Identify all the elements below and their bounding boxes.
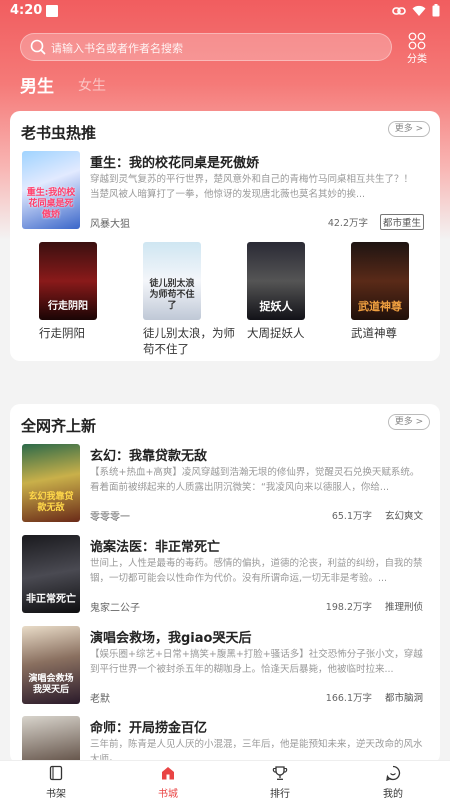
book-cover[interactable]: 行走阴阳 bbox=[39, 242, 97, 320]
book-words: 166.1万字 bbox=[325, 693, 372, 704]
book-author: 零零零一 bbox=[90, 512, 130, 523]
notification-icon bbox=[46, 5, 58, 17]
book-tag[interactable]: 推理刑侦 bbox=[385, 599, 423, 613]
book-cover[interactable]: 武道神尊 bbox=[351, 242, 409, 320]
book-words: 198.2万字 bbox=[325, 602, 372, 613]
tab-bookshelf[interactable]: 书架 bbox=[26, 765, 86, 800]
book-cover[interactable]: 玄幻我靠贷款无敌 bbox=[22, 444, 80, 522]
book-title[interactable]: 玄幻：我靠贷款无敌 bbox=[90, 445, 207, 464]
cover-text: 徒儿别太浪为师苟不住了 bbox=[149, 279, 195, 311]
book-title[interactable]: 武道神尊 bbox=[351, 325, 441, 341]
category-button[interactable]: 分类 bbox=[402, 32, 432, 65]
book-cover[interactable]: 演唱会救场我哭天后 bbox=[22, 626, 80, 704]
book-desc: 穿越到灵气复苏的平行世界，楚风意外和自己的青梅竹马同桌相互共生了？！ 当楚风被人… bbox=[90, 174, 428, 200]
book-desc: 【娱乐圈+综艺+日常+搞笑+腹黑+打脸+骚话多】社交恐怖分子张小文，穿越到平行世… bbox=[90, 649, 423, 675]
book-desc: 世间上，人性是最毒的毒药。感情的偏执，道德的沦丧，利益的纠纷，自我的禁锢，一切都… bbox=[90, 558, 423, 584]
book-words: 42.2万字 bbox=[327, 218, 368, 229]
status-icons bbox=[392, 4, 440, 17]
category-icon bbox=[408, 32, 426, 50]
status-time: 4:20 bbox=[10, 3, 43, 18]
tab-profile[interactable]: 我的 bbox=[363, 765, 423, 800]
store-icon bbox=[162, 767, 174, 780]
book-cover[interactable]: 重生:我的校花同桌是死傲娇 bbox=[22, 151, 80, 229]
section-title: 老书虫热推 bbox=[21, 124, 97, 142]
book-cover[interactable]: 非正常死亡 bbox=[22, 535, 80, 613]
book-title[interactable]: 重生：我的校花同桌是死傲娇 bbox=[90, 152, 259, 171]
search-icon bbox=[30, 39, 46, 55]
status-bar: 4:20 bbox=[0, 0, 450, 22]
more-button[interactable]: 更多 > bbox=[388, 121, 430, 137]
cover-text: 玄幻我靠贷款无敌 bbox=[28, 492, 74, 513]
book-author: 鬼家二公子 bbox=[90, 603, 140, 614]
cover-text: 演唱会救场我哭天后 bbox=[28, 674, 74, 695]
tab-female[interactable]: 女生 bbox=[78, 75, 106, 95]
more-button[interactable]: 更多 > bbox=[388, 414, 430, 430]
book-author: 风暴大狙 bbox=[90, 219, 130, 230]
new-releases-section: 全网齐上新 更多 > 玄幻我靠贷款无敌 玄幻：我靠贷款无敌 【系统+热血+高爽】… bbox=[10, 404, 440, 764]
bookshelf-icon bbox=[49, 765, 63, 781]
book-cover[interactable]: 徒儿别太浪为师苟不住了 bbox=[143, 242, 201, 320]
wifi-icon bbox=[412, 5, 426, 16]
book-desc: 【系统+热血+高爽】凌风穿越到浩瀚无垠的修仙界，觉醒灵石兑换天赋系统。看着面前被… bbox=[90, 467, 420, 493]
book-title[interactable]: 行走阴阳 bbox=[39, 325, 129, 341]
search-input[interactable] bbox=[51, 39, 381, 57]
cover-text: 捉妖人 bbox=[259, 300, 293, 313]
book-title[interactable]: 诡案法医：非正常死亡 bbox=[90, 536, 220, 555]
book-tag[interactable]: 玄幻爽文 bbox=[385, 508, 423, 522]
book-cover[interactable]: 命师 bbox=[22, 716, 80, 764]
book-words: 65.1万字 bbox=[331, 511, 372, 522]
cover-text: 行走阴阳 bbox=[48, 301, 88, 312]
section-title: 全网齐上新 bbox=[21, 417, 97, 435]
book-title[interactable]: 大周捉妖人 bbox=[247, 325, 343, 341]
search-bar[interactable] bbox=[20, 33, 392, 61]
book-tag[interactable]: 都市重生 bbox=[380, 214, 425, 230]
category-label: 分类 bbox=[407, 54, 427, 65]
book-author: 老默 bbox=[90, 694, 110, 705]
tab-label: 我的 bbox=[383, 789, 403, 800]
book-cover[interactable]: 捉妖人 bbox=[247, 242, 305, 320]
hot-recommend-section: 老书虫热推 更多 > 重生:我的校花同桌是死傲娇 重生：我的校花同桌是死傲娇 穿… bbox=[10, 111, 440, 361]
book-title[interactable]: 演唱会救场，我giao哭天后 bbox=[90, 627, 251, 646]
tab-label: 书架 bbox=[46, 789, 66, 800]
trophy-icon bbox=[272, 766, 288, 780]
tab-label: 排行 bbox=[270, 789, 290, 800]
bottom-tab-bar: 书架 书城 排行 我的 bbox=[0, 760, 450, 800]
book-tag[interactable]: 都市脑洞 bbox=[385, 690, 423, 704]
tab-ranking[interactable]: 排行 bbox=[250, 765, 310, 800]
tab-male[interactable]: 男生 bbox=[20, 72, 54, 97]
cover-text: 武道神尊 bbox=[358, 300, 402, 313]
book-title[interactable]: 徒儿别太浪，为师苟不住了 bbox=[143, 325, 239, 357]
book-title[interactable]: 命师：开局捞金百亿 bbox=[90, 717, 207, 736]
tab-label: 书城 bbox=[158, 789, 178, 800]
cover-text: 重生:我的校花同桌是死傲娇 bbox=[26, 188, 76, 220]
battery-icon bbox=[432, 4, 440, 17]
link-icon bbox=[392, 6, 406, 15]
profile-icon bbox=[386, 765, 401, 782]
tab-store[interactable]: 书城 bbox=[138, 765, 198, 800]
cover-text: 非正常死亡 bbox=[26, 594, 76, 605]
